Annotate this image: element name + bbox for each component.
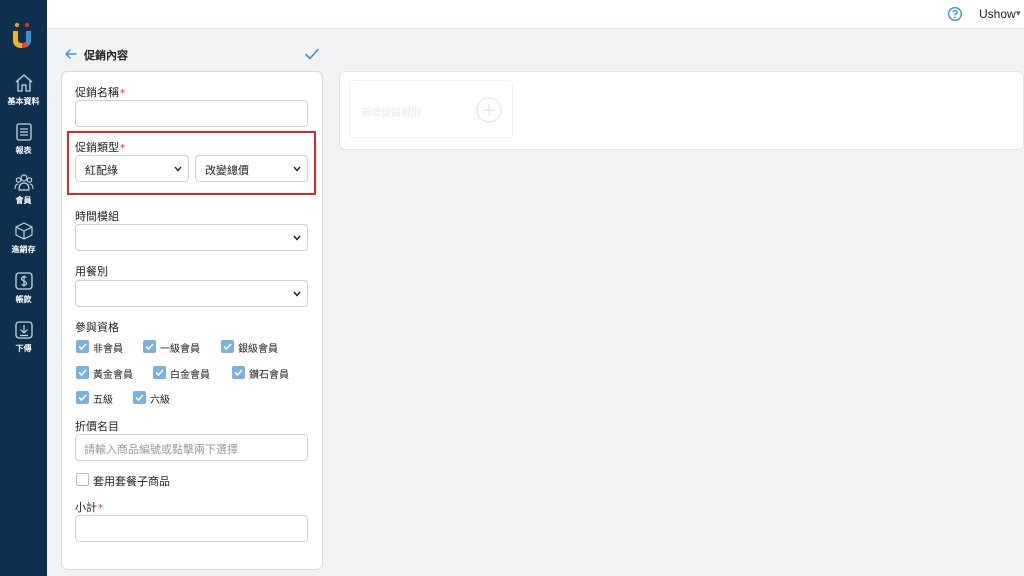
required-mark: * <box>98 503 103 514</box>
required-mark: * <box>120 88 125 99</box>
download-icon <box>14 321 33 339</box>
checkmark-icon <box>145 343 154 350</box>
promo-name-label-text: 促銷名稱 <box>75 86 119 99</box>
checkbox-unchecked[interactable] <box>76 473 89 486</box>
meal-type-select[interactable] <box>75 280 308 307</box>
ushow-logo[interactable] <box>10 22 34 50</box>
sidebar-item-accounts[interactable]: 帳款 <box>0 271 47 305</box>
subtotal-label: 小計* <box>75 499 103 515</box>
report-icon <box>15 123 32 141</box>
checkmark-icon <box>78 369 87 376</box>
sidebar: 基本資料 報表 會員 進銷存 帳款 下傳 <box>0 0 47 576</box>
sidebar-item-label: 報表 <box>15 146 32 155</box>
promo-name-input[interactable] <box>75 100 308 127</box>
subtotal-label-text: 小計 <box>75 501 97 514</box>
checkbox-label: 六級 <box>150 395 170 406</box>
meal-type-label: 用餐別 <box>75 265 108 278</box>
checkbox-checked[interactable] <box>76 366 89 379</box>
checkbox-checked[interactable] <box>232 366 245 379</box>
discount-item-label: 折價名目 <box>75 420 119 433</box>
confirm-check-icon[interactable] <box>304 46 320 62</box>
user-menu-caret-icon[interactable]: ▾ <box>1016 9 1021 19</box>
box-icon <box>14 222 33 240</box>
sidebar-item-reports[interactable]: 報表 <box>0 122 47 156</box>
help-icon[interactable] <box>947 6 963 22</box>
eligibility-label: 參與資格 <box>75 321 119 334</box>
sidebar-item-download[interactable]: 下傳 <box>0 320 47 354</box>
checkmark-icon <box>234 369 243 376</box>
checkbox-label: 套用套餐子商品 <box>93 475 170 488</box>
checkbox-checked[interactable] <box>143 340 156 353</box>
chevron-down-icon <box>293 235 301 241</box>
checkmark-icon <box>78 394 87 401</box>
checkbox-label: 五級 <box>93 395 113 406</box>
sidebar-item-label: 會員 <box>15 196 32 205</box>
checkmark-icon <box>78 343 87 350</box>
top-bar: Ushow ▾ <box>47 0 1024 29</box>
checkmark-icon <box>155 369 164 376</box>
sidebar-item-label: 基本資料 <box>7 97 40 106</box>
checkbox-label: 非會員 <box>93 344 123 355</box>
sidebar-item-label: 進銷存 <box>11 245 36 254</box>
checkmark-icon <box>135 394 144 401</box>
dollar-icon <box>14 272 33 290</box>
page-title: 促銷內容 <box>84 49 128 62</box>
time-group-select[interactable] <box>75 224 308 251</box>
add-circle-icon[interactable] <box>476 97 502 123</box>
checkbox-label: 黃金會員 <box>93 370 133 381</box>
home-icon <box>15 74 32 92</box>
sidebar-item-members[interactable]: 會員 <box>0 172 47 206</box>
sidebar-item-label: 帳款 <box>15 295 32 304</box>
sidebar-item-basic-data[interactable]: 基本資料 <box>0 73 47 107</box>
sidebar-item-label: 下傳 <box>15 344 32 353</box>
checkbox-label: 白金會員 <box>170 370 210 381</box>
subtotal-input[interactable] <box>75 515 308 542</box>
sidebar-item-inventory[interactable]: 進銷存 <box>0 221 47 255</box>
checkbox-label: 鑽石會員 <box>249 370 289 381</box>
checkbox-label: 一級會員 <box>160 344 200 355</box>
add-rule-label: 新增促銷規則 <box>361 108 421 119</box>
members-icon <box>13 174 34 191</box>
checkbox-checked[interactable] <box>153 366 166 379</box>
back-arrow-icon[interactable] <box>64 47 78 61</box>
discount-item-input[interactable]: 請輸入商品編號或點擊兩下選擇 <box>75 434 308 461</box>
checkbox-checked[interactable] <box>76 391 89 404</box>
checkbox-label: 銀級會員 <box>238 344 278 355</box>
checkbox-checked[interactable] <box>221 340 234 353</box>
user-menu[interactable]: Ushow <box>979 7 1016 21</box>
chevron-down-icon <box>293 291 301 297</box>
checkmark-icon <box>223 343 232 350</box>
promo-name-label: 促銷名稱* <box>75 84 125 100</box>
checkbox-checked[interactable] <box>133 391 146 404</box>
highlight-box <box>67 131 316 195</box>
checkbox-checked[interactable] <box>76 340 89 353</box>
time-group-label: 時間模組 <box>75 210 119 223</box>
